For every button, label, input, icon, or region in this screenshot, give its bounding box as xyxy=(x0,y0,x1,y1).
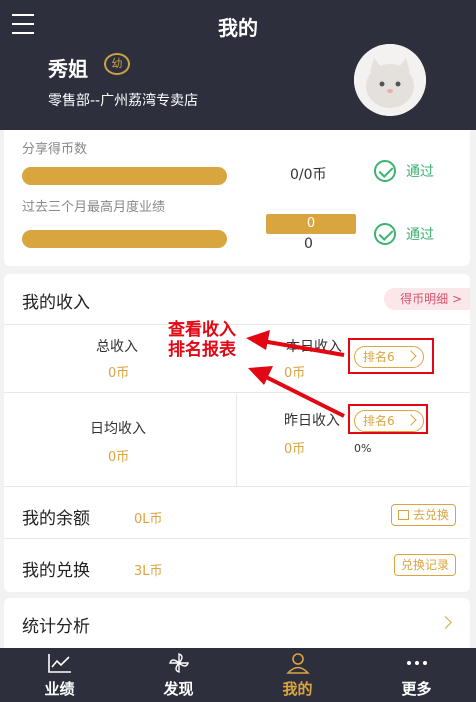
nav-discover[interactable]: 发现 xyxy=(119,648,238,702)
nav-more[interactable]: 更多 xyxy=(357,648,476,702)
nav-label: 业绩 xyxy=(44,680,75,698)
page: 我的 秀姐 幼 零售部--广州荔湾专卖店 分享得币数 0/0币 通过 过去三个月… xyxy=(0,0,476,702)
nav-performance[interactable]: 业绩 xyxy=(0,648,119,702)
nav-label: 我的 xyxy=(282,680,313,698)
nav-mine[interactable]: 我的 xyxy=(238,648,357,702)
chevron-right-icon xyxy=(439,616,452,629)
stats-analysis-row[interactable]: 统计分析 xyxy=(4,598,470,650)
annotation-arrow-1 xyxy=(261,339,345,357)
arrow-head-1-icon xyxy=(246,330,270,350)
nav-label: 发现 xyxy=(163,680,194,698)
stats-label: 统计分析 xyxy=(22,617,90,637)
annotation-arrow-2 xyxy=(263,374,345,418)
nav-label: 更多 xyxy=(401,680,432,698)
person-icon xyxy=(285,653,310,674)
chart-icon xyxy=(47,654,71,673)
pinwheel-icon xyxy=(168,653,189,673)
more-icon xyxy=(406,661,427,665)
bottom-nav: 业绩 发现 我的 更多 xyxy=(0,648,476,702)
annotation-arrows xyxy=(246,330,345,418)
arrow-head-2-icon xyxy=(248,366,273,385)
